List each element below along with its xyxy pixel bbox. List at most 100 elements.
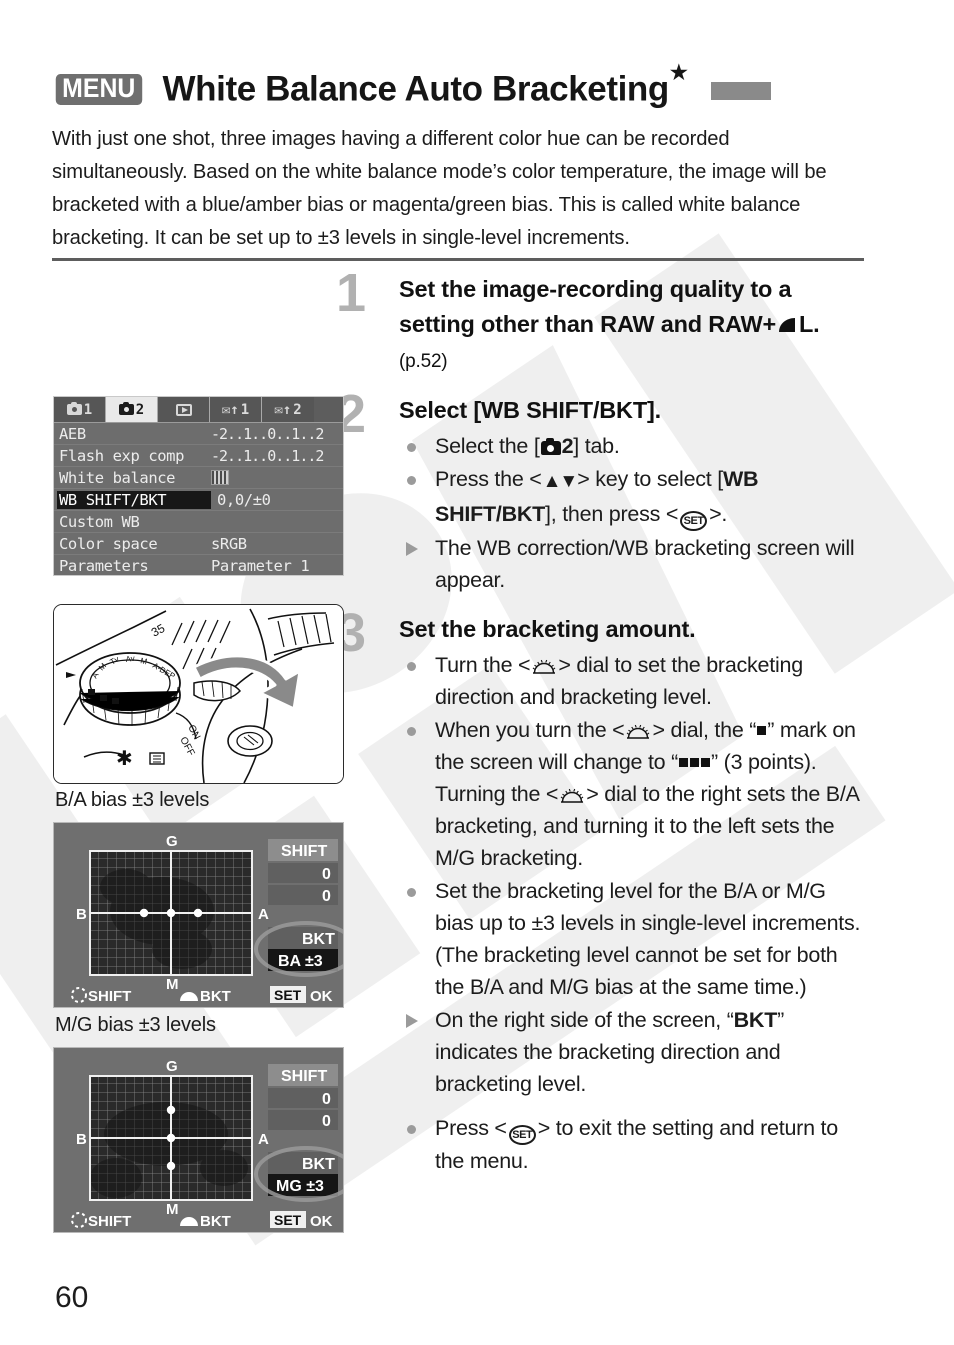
step-2: 2 Select [WB SHIFT/BKT]. Select the [2] … bbox=[336, 387, 866, 596]
menu-row-value: 0,0/±0 bbox=[217, 490, 271, 509]
step-3-bullets: Turn the < > dial to set the bracketing d… bbox=[399, 649, 866, 1177]
svg-text:BKT: BKT bbox=[302, 931, 335, 948]
main-dial-icon bbox=[627, 724, 650, 739]
menu-badge: MENU bbox=[55, 73, 142, 105]
svg-text:BKT: BKT bbox=[200, 988, 231, 1005]
svg-text:G: G bbox=[166, 833, 178, 850]
point-mark-icon bbox=[690, 758, 700, 767]
main-dial-icon bbox=[560, 788, 584, 803]
menu-row-label: Color space bbox=[59, 534, 158, 553]
list-item: Select the [2] tab. bbox=[399, 430, 866, 462]
steps-column: 1 Set the image-recording quality to a s… bbox=[336, 266, 866, 1177]
svg-text:BA ±3: BA ±3 bbox=[278, 953, 323, 970]
svg-text:SHIFT: SHIFT bbox=[281, 843, 327, 860]
list-item: The WB correction/WB bracketing screen w… bbox=[399, 532, 866, 596]
svg-text:SHIFT: SHIFT bbox=[281, 1068, 327, 1085]
star-icon: ★ bbox=[669, 61, 688, 84]
menu-row-wb-shift-bkt[interactable]: WB SHIFT/BKT 0,0/±0 bbox=[54, 489, 343, 511]
main-dial-icon bbox=[532, 659, 556, 674]
menu-row-value: sRGB bbox=[211, 534, 247, 553]
menu-row-label: Parameters bbox=[59, 557, 149, 575]
quality-large-icon bbox=[778, 318, 795, 332]
svg-text:G: G bbox=[166, 1058, 178, 1075]
menu-row-value bbox=[211, 469, 343, 487]
svg-text:BKT: BKT bbox=[200, 1213, 231, 1230]
menu-row-aeb[interactable]: AEB -2..1..0..1..2 bbox=[54, 423, 343, 445]
svg-text:B: B bbox=[76, 1131, 87, 1148]
manual-page: MENU White Balance Auto Bracketing★ With… bbox=[0, 0, 954, 1345]
menu-tab-bar: 1 2 ✉↑ 1 ✉↑ 2 bbox=[54, 397, 343, 423]
menu-tab-setup1[interactable]: ✉↑ 1 bbox=[210, 397, 262, 422]
svg-text:0: 0 bbox=[322, 1091, 331, 1108]
list-item: Turn the < > dial to set the bracketing d… bbox=[399, 649, 866, 713]
white-balance-auto-icon bbox=[211, 469, 229, 485]
page-reference: (p.52) bbox=[399, 351, 448, 372]
wrench-icon: ✉↑ bbox=[221, 401, 239, 418]
page-title: White Balance Auto Bracketing★ bbox=[162, 61, 688, 109]
menu-row-value: -2..1..0..1..2 bbox=[211, 446, 324, 465]
menu-row-flash-exp-comp[interactable]: Flash exp comp -2..1..0..1..2 bbox=[54, 445, 343, 467]
svg-text:M: M bbox=[166, 1201, 179, 1218]
svg-text:M: M bbox=[166, 976, 179, 993]
menu-row-white-balance[interactable]: White balance bbox=[54, 467, 343, 489]
step-3: 3 Set the bracketing amount. Turn the < >… bbox=[336, 606, 866, 1177]
svg-text:0: 0 bbox=[322, 1113, 331, 1130]
list-item: On the right side of the screen, “BKT” i… bbox=[399, 1004, 866, 1100]
svg-text:MG ±3: MG ±3 bbox=[276, 1178, 324, 1195]
point-mark-icon bbox=[679, 758, 689, 767]
list-item: Press the <▲▼> key to select [WB SHIFT/B… bbox=[399, 463, 866, 531]
intro-paragraph: With just one shot, three images having … bbox=[52, 127, 827, 249]
set-button-icon: SET bbox=[508, 1125, 536, 1145]
wb-bracketing-screen-mg: G M B A SHIFT 0 0 BKT MG ±3 SHIFT BKT SE… bbox=[53, 1047, 344, 1233]
svg-text:SHIFT: SHIFT bbox=[88, 988, 131, 1005]
svg-text:OK: OK bbox=[310, 1213, 333, 1230]
step-number: 1 bbox=[336, 263, 367, 323]
menu-row-value: Parameter 1 bbox=[211, 557, 310, 575]
step-1: 1 Set the image-recording quality to a s… bbox=[336, 266, 866, 379]
menu-tab-camera1[interactable]: 1 bbox=[54, 397, 106, 422]
figure-caption-mg: M/G bias ±3 levels bbox=[55, 1014, 216, 1036]
menu-row-color-space[interactable]: Color space sRGB bbox=[54, 533, 343, 555]
menu-row-label: White balance bbox=[59, 468, 176, 487]
section-marker-bar bbox=[711, 82, 772, 100]
menu-row-label: WB SHIFT/BKT bbox=[57, 490, 211, 509]
menu-tab-camera2[interactable]: 2 bbox=[106, 397, 158, 422]
svg-text:0: 0 bbox=[322, 866, 331, 883]
camera-icon bbox=[66, 401, 82, 415]
camera-menu-screenshot: 1 2 ✉↑ 1 ✉↑ 2 AEB -2..1..0..1..2 Flash exp… bbox=[53, 396, 344, 576]
camera-dial-illustration: 35 A M Tv Av M A-DEP ON OFF ✱ bbox=[53, 604, 344, 784]
camera-icon bbox=[540, 437, 561, 455]
menu-tab-setup2[interactable]: ✉↑ 2 bbox=[262, 397, 314, 422]
menu-tab-playback[interactable] bbox=[158, 397, 210, 422]
menu-row-label: Flash exp comp bbox=[59, 446, 185, 465]
svg-text:SET: SET bbox=[274, 987, 302, 1003]
step-heading: Set the image-recording quality to a set… bbox=[399, 276, 820, 372]
playback-icon bbox=[175, 403, 192, 416]
header-divider bbox=[52, 258, 864, 261]
figure-caption-ba: B/A bias ±3 levels bbox=[55, 789, 210, 811]
menu-row-parameters[interactable]: Parameters Parameter 1 bbox=[54, 555, 343, 575]
wrench-icon: ✉↑ bbox=[274, 401, 292, 418]
menu-row-label: Custom WB bbox=[59, 512, 140, 531]
svg-text:BKT: BKT bbox=[302, 1156, 335, 1173]
step-heading: Select [WB SHIFT/BKT]. bbox=[399, 397, 661, 423]
svg-text:OK: OK bbox=[310, 988, 333, 1005]
point-mark-icon bbox=[757, 726, 767, 735]
menu-row-label: AEB bbox=[59, 424, 86, 443]
svg-text:B: B bbox=[76, 906, 87, 923]
svg-text:A: A bbox=[258, 906, 269, 923]
step-2-bullets: Select the [2] tab. Press the <▲▼> key t… bbox=[399, 430, 866, 596]
list-item: Press < SET > to exit the setting and retu… bbox=[399, 1112, 866, 1177]
list-item: Set the bracketing level for the B/A or … bbox=[399, 875, 866, 1003]
set-button-icon: SET bbox=[680, 511, 708, 531]
point-mark-icon bbox=[701, 758, 711, 767]
camera-icon bbox=[118, 401, 134, 415]
up-down-key-icon: ▲▼ bbox=[542, 471, 579, 492]
wb-bracketing-screen-ba: G M B A SHIFT 0 0 BKT BA ±3 SHIFT BKT SE… bbox=[53, 822, 344, 1008]
svg-text:Av: Av bbox=[125, 654, 135, 664]
svg-text:0: 0 bbox=[322, 888, 331, 905]
svg-text:SHIFT: SHIFT bbox=[88, 1213, 131, 1230]
page-number: 60 bbox=[55, 1281, 89, 1314]
menu-row-custom-wb[interactable]: Custom WB bbox=[54, 511, 343, 533]
list-item: When you turn the < > dial, the “” mark o… bbox=[399, 714, 866, 874]
